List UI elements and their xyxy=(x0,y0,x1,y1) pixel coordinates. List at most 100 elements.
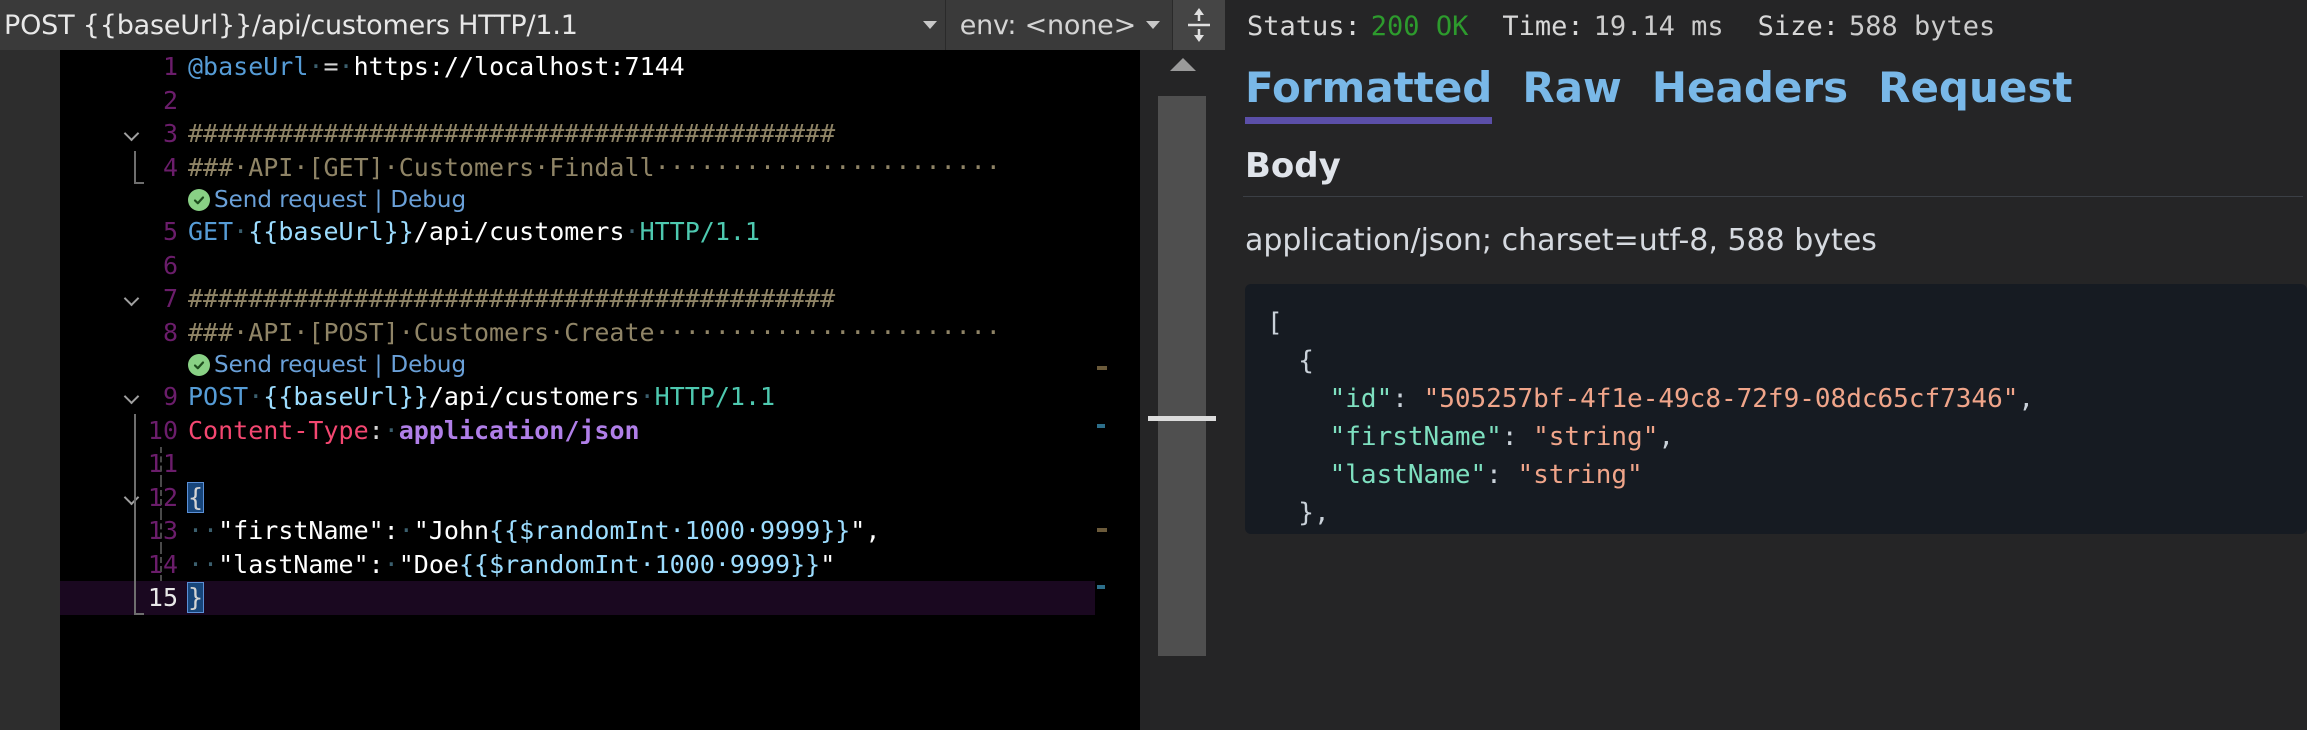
line-number: 7 xyxy=(162,284,178,313)
fold-chevron-down-icon[interactable] xyxy=(126,391,140,400)
editor-vertical-scrollbar[interactable] xyxy=(1140,50,1225,730)
code-token: = xyxy=(323,52,339,81)
code-token: {{$randomInt·1000·9999}} xyxy=(489,516,851,545)
code-line[interactable]: 1 @baseUrl·=·https://localhost:7144 xyxy=(60,50,1140,84)
code-line[interactable]: 13 ··"firstName":·"John{{$randomInt·1000·… xyxy=(60,514,1140,548)
code-token: Content-Type xyxy=(188,415,369,445)
line-number: 3 xyxy=(162,119,178,148)
code-token: {{$randomInt·1000·9999}} xyxy=(458,549,821,579)
line-number: 2 xyxy=(162,85,178,115)
fold-range-guide xyxy=(134,413,136,447)
code-token: HTTP/1.1 xyxy=(654,382,776,411)
code-token: : xyxy=(368,415,384,445)
chevron-down-icon[interactable] xyxy=(922,21,937,29)
json-token: : xyxy=(1392,384,1424,414)
tab-raw[interactable]: Raw xyxy=(1522,63,1621,124)
codelens-separator: | xyxy=(374,351,383,378)
code-line[interactable]: 11 xyxy=(60,447,1140,481)
code-token: {{baseUrl}} xyxy=(263,382,429,411)
json-token: "string" xyxy=(1517,460,1643,490)
code-token: "lastName": xyxy=(218,549,384,579)
code-token: · xyxy=(248,382,264,411)
tab-headers[interactable]: Headers xyxy=(1652,63,1848,124)
time-label: Time: xyxy=(1502,10,1584,42)
send-request-link[interactable]: Send request xyxy=(214,352,367,378)
json-token: "505257bf-4f1e-49c8-72f9-08dc65cf7346" xyxy=(1423,384,2019,414)
code-line-content: { xyxy=(186,481,205,515)
response-json-body[interactable]: [ { "id": "505257bf-4f1e-49c8-72f9-08dc6… xyxy=(1245,284,2307,534)
line-number: 15 xyxy=(147,583,178,612)
request-url-selector[interactable]: POST {{baseUrl}}/api/customers HTTP/1.1 xyxy=(0,0,946,50)
code-line[interactable]: 12{ xyxy=(60,480,1140,515)
code-token: "Doe xyxy=(398,549,459,579)
code-token: /api/customers xyxy=(428,382,640,411)
code-line[interactable]: 3 #######################################… xyxy=(60,117,1140,151)
code-token: /api/customers xyxy=(413,217,625,246)
send-request-link[interactable]: Send request xyxy=(214,187,367,213)
code-line-content: ########################################… xyxy=(188,282,835,316)
debug-link[interactable]: Debug xyxy=(390,352,466,378)
request-codelens[interactable]: Send request | Debug xyxy=(60,349,1140,380)
code-editor-surface[interactable]: 1 @baseUrl·=·https://localhost:7144 2 3 ####… xyxy=(0,50,1225,730)
size-group: Size: 588 bytes xyxy=(1758,11,1996,42)
code-line[interactable]: 8 ###·API·[POST]·Customers·Create········… xyxy=(60,316,1140,350)
scrollbar-thumb[interactable] xyxy=(1158,96,1206,656)
check-circle-icon xyxy=(188,188,210,211)
debug-link[interactable]: Debug xyxy=(390,187,466,213)
body-section-heading: Body xyxy=(1245,146,1341,186)
scroll-up-arrow-icon[interactable] xyxy=(1169,58,1196,71)
json-token: : xyxy=(1501,422,1534,452)
json-line: [ xyxy=(1267,304,2307,342)
code-line-content: } xyxy=(186,581,205,615)
code-line[interactable]: 6 xyxy=(60,249,1140,283)
code-token: · xyxy=(639,382,655,411)
code-token: · xyxy=(624,217,640,246)
code-token: ", xyxy=(850,516,881,545)
request-codelens[interactable]: Send request | Debug xyxy=(60,184,1140,215)
fold-chevron-down-icon[interactable] xyxy=(126,293,140,302)
code-line-content: GET·{{baseUrl}}/api/customers·HTTP/1.1 xyxy=(188,215,760,249)
line-number: 9 xyxy=(162,382,178,411)
response-tabs[interactable]: Formatted Raw Headers Request xyxy=(1243,52,2307,124)
code-line-content: ··"firstName":·"John{{$randomInt·1000·99… xyxy=(188,514,880,548)
line-number: 4 xyxy=(162,152,178,182)
editor-minimap[interactable] xyxy=(1095,50,1140,730)
tab-formatted[interactable]: Formatted xyxy=(1245,63,1493,124)
code-line[interactable]: 5 GET·{{baseUrl}}/api/customers·HTTP/1.1 xyxy=(60,215,1140,249)
line-number: 10 xyxy=(147,415,178,445)
code-line[interactable]: 14 ··"lastName":·"Doe{{$randomInt·1000·99… xyxy=(60,547,1140,581)
split-editor-button[interactable] xyxy=(1173,0,1225,50)
code-token: · xyxy=(308,52,324,81)
code-line[interactable]: 2 xyxy=(60,84,1140,118)
json-line: { xyxy=(1267,342,2307,380)
code-line[interactable]: 15} xyxy=(60,581,1140,615)
code-token: ########################################… xyxy=(188,284,836,313)
line-number: 5 xyxy=(162,217,178,246)
response-pane: Status: 200 OK Time: 19.14 ms Size: 588 … xyxy=(1225,0,2307,730)
code-line[interactable]: 10 Content-Type:·application/json xyxy=(60,413,1140,447)
indent-guide xyxy=(160,547,162,581)
json-token: { xyxy=(1267,346,1314,376)
code-lines-container[interactable]: 1 @baseUrl·=·https://localhost:7144 2 3 ####… xyxy=(60,50,1140,730)
http-file-editor-pane: POST {{baseUrl}}/api/customers HTTP/1.1 … xyxy=(0,0,1225,730)
fold-range-guide xyxy=(134,547,136,581)
chevron-down-icon[interactable] xyxy=(1146,21,1160,29)
json-token: "firstName" xyxy=(1329,422,1502,452)
status-label: Status: xyxy=(1247,10,1361,42)
code-token: application/json xyxy=(398,415,640,445)
code-line-content: ###·API·[POST]·Customers·Create·········… xyxy=(188,316,1001,350)
fold-chevron-down-icon[interactable] xyxy=(126,492,140,501)
json-token: "id" xyxy=(1329,384,1393,414)
code-token: · xyxy=(233,217,249,246)
environment-selector[interactable]: env: <none> xyxy=(946,0,1173,50)
code-line[interactable]: 7 #######################################… xyxy=(60,282,1140,316)
fold-chevron-down-icon[interactable] xyxy=(126,128,140,137)
status-group: Status: 200 OK xyxy=(1247,11,1468,42)
status-value: 200 OK xyxy=(1370,10,1469,42)
code-token: POST xyxy=(188,382,249,411)
tab-request[interactable]: Request xyxy=(1878,63,2072,124)
code-line[interactable]: 9 POST·{{baseUrl}}/api/customers·HTTP/1.1 xyxy=(60,380,1140,414)
code-line[interactable]: 4 ###·API·[GET]·Customers·Findall········… xyxy=(60,150,1140,184)
fold-range-guide xyxy=(134,447,136,481)
